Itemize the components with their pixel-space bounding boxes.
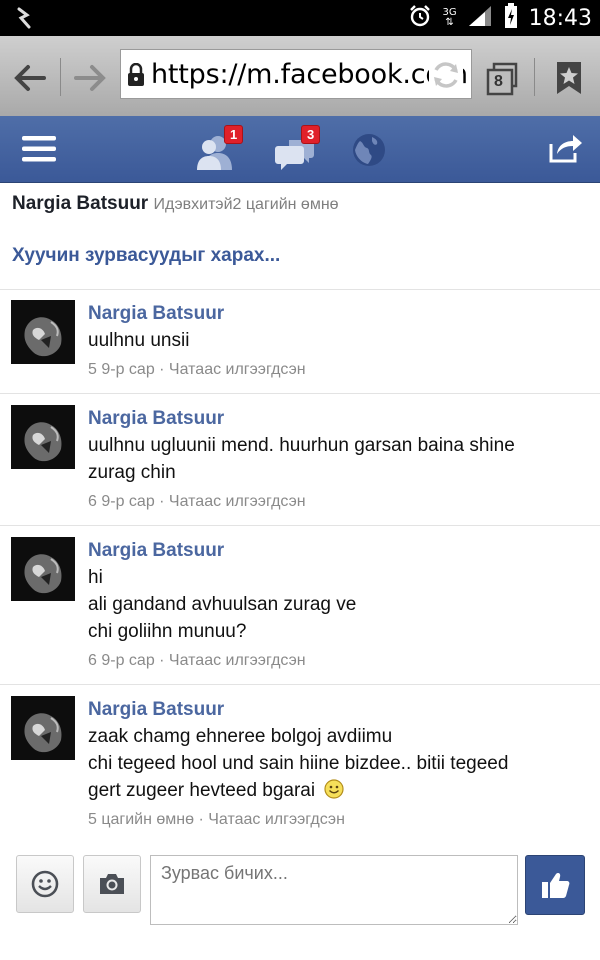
facebook-nav-bar: 1 3: [0, 116, 600, 183]
divider: [0, 393, 600, 394]
menu-icon[interactable]: [22, 134, 56, 169]
message-sender[interactable]: Nargia Batsuur: [88, 540, 224, 562]
battery-charging-icon: [503, 2, 519, 34]
message-line-with-emoji: gert zugeer hevteed bgarai: [88, 777, 588, 807]
url-text: https://m.facebook.com: [151, 59, 468, 90]
toolbar-divider: [60, 58, 61, 96]
back-arrow-icon[interactable]: [10, 58, 50, 98]
signal-icon: [467, 4, 493, 33]
reload-icon[interactable]: [429, 58, 463, 97]
message-meta: 5 цагийн өмнө · Чатаас илгээгдсэн: [88, 811, 345, 828]
messages-button[interactable]: 3: [275, 125, 325, 174]
message-line: zurag chin: [88, 462, 176, 483]
friend-requests-button[interactable]: 1: [196, 125, 246, 174]
usb-debug-icon: [12, 6, 36, 35]
message-input[interactable]: [150, 855, 518, 925]
avatar[interactable]: [11, 300, 75, 364]
url-bar[interactable]: https://m.facebook.com: [120, 49, 472, 99]
browser-toolbar: https://m.facebook.com 8: [0, 36, 600, 116]
tab-count: 8: [494, 73, 503, 90]
clock: 18:43: [528, 5, 592, 31]
lock-icon: [125, 62, 147, 92]
share-icon[interactable]: [548, 132, 584, 169]
alarm-icon: [408, 4, 432, 33]
divider: [0, 525, 600, 526]
message-text: zaak chamg ehneree bolgoj avdiimu chi te…: [88, 723, 588, 807]
thread-contact-name[interactable]: Nargia Batsuur: [12, 193, 148, 214]
messages-badge: 3: [301, 125, 321, 144]
globe-icon[interactable]: [352, 133, 386, 172]
status-bar: 3G ⇅ 18:43: [0, 0, 600, 36]
divider: [0, 289, 600, 290]
forward-arrow-icon[interactable]: [70, 58, 110, 98]
friend-requests-badge: 1: [224, 125, 244, 144]
message-sender[interactable]: Nargia Batsuur: [88, 303, 224, 325]
avatar[interactable]: [11, 696, 75, 760]
avatar[interactable]: [11, 405, 75, 469]
message-line: ali gandand avhuulsan zurag ve: [88, 594, 357, 615]
thread-header: Nargia Batsuur Идэвхитэй2 цагийн өмнө: [12, 193, 339, 215]
network-label: 3G: [442, 7, 457, 18]
emoji-icon: [31, 870, 59, 903]
smiley-emoji-icon: [324, 779, 344, 807]
message-text: hi ali gandand avhuulsan zurag ve chi go…: [88, 564, 588, 645]
bookmark-icon[interactable]: [549, 58, 589, 98]
message-sender[interactable]: Nargia Batsuur: [88, 699, 224, 721]
avatar[interactable]: [11, 537, 75, 601]
like-icon: [541, 871, 571, 904]
message-text: uulhnu unsii: [88, 327, 588, 354]
message-sender[interactable]: Nargia Batsuur: [88, 408, 224, 430]
toolbar-divider: [534, 58, 535, 96]
message-line: chi tegeed hool und sain hiine bizdee.. …: [88, 753, 509, 774]
like-button[interactable]: [525, 855, 585, 915]
divider: [0, 684, 600, 685]
camera-icon: [98, 872, 126, 901]
thread-active-status: Идэвхитэй2 цагийн өмнө: [153, 196, 339, 213]
tabs-icon[interactable]: 8: [484, 58, 524, 98]
message-line: hi: [88, 567, 103, 588]
emoji-button[interactable]: [16, 855, 74, 913]
message-meta: 6 9-р сар · Чатаас илгээгдсэн: [88, 493, 306, 510]
message-line: chi goliihn munuu?: [88, 621, 247, 642]
message-line: gert zugeer hevteed bgarai: [88, 780, 316, 801]
message-meta: 6 9-р сар · Чатаас илгээгдсэн: [88, 652, 306, 669]
message-line: zaak chamg ehneree bolgoj avdiimu: [88, 726, 393, 747]
message-line: uulhnu unsii: [88, 330, 190, 351]
message-meta: 5 9-р сар · Чатаас илгээгдсэн: [88, 361, 306, 378]
message-line: uulhnu ugluunii mend. huurhun garsan bai…: [88, 435, 515, 456]
message-text: uulhnu ugluunii mend. huurhun garsan bai…: [88, 432, 588, 486]
network-type: 3G ⇅: [442, 7, 457, 28]
older-messages-link[interactable]: Хуучин зурвасуудыг харах...: [12, 245, 280, 267]
camera-button[interactable]: [83, 855, 141, 913]
